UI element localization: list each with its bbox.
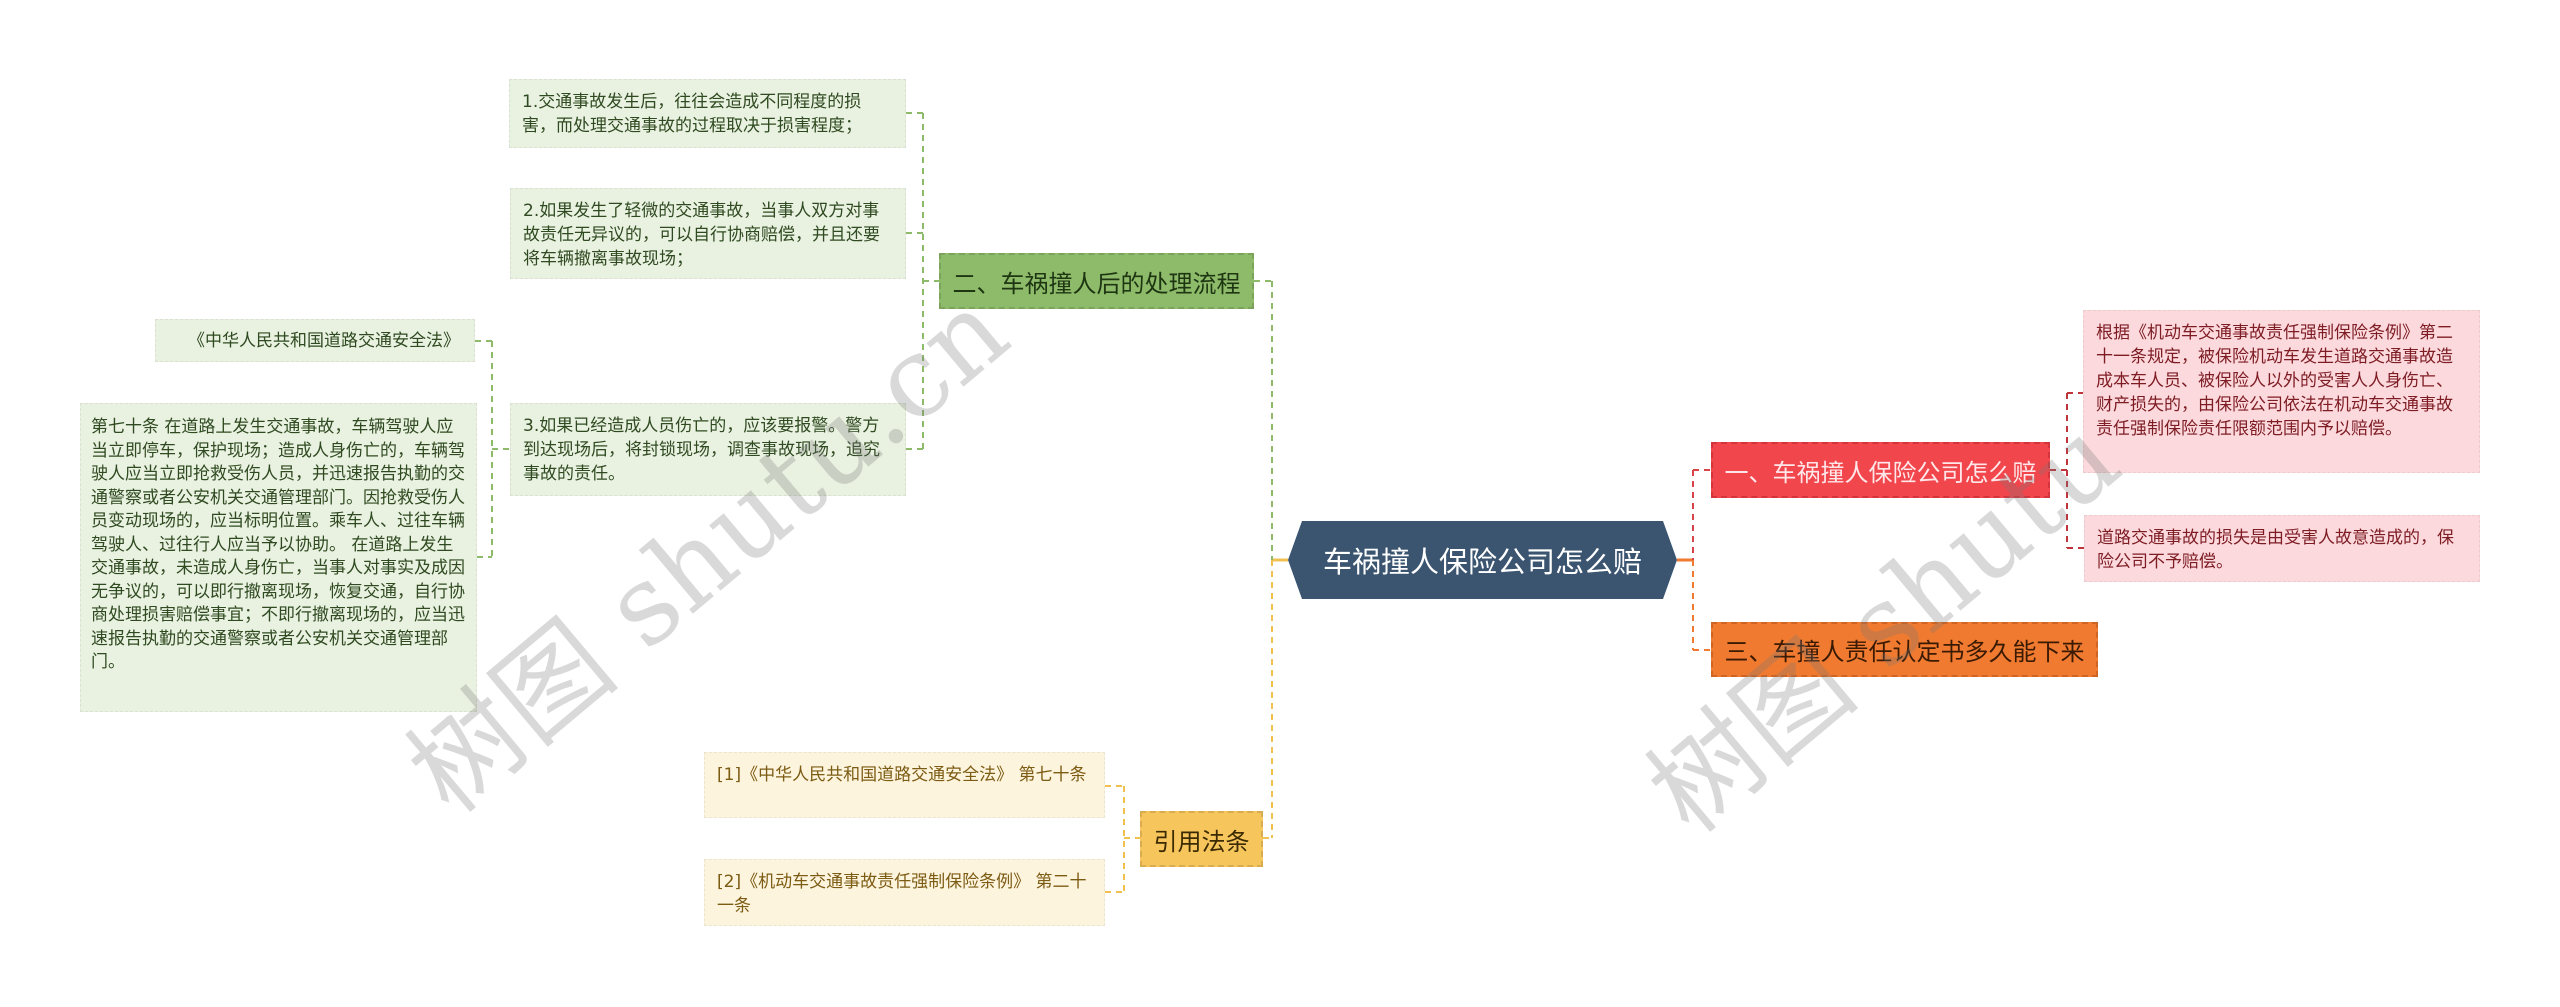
law-title-text: 《中华人民共和国道路交通安全法》 bbox=[188, 330, 460, 351]
topic-compensation-label: 一、车祸撞人保险公司怎么赔 bbox=[1724, 458, 2037, 487]
topic-liability-label: 三、车撞人责任认定书多久能下来 bbox=[1724, 638, 2085, 666]
topic-liability[interactable]: 三、车撞人责任认定书多久能下来 bbox=[1711, 622, 2098, 677]
root-topic-label: 车祸撞人保险公司怎么赔 bbox=[1322, 545, 1642, 579]
topic-compensation[interactable]: 一、车祸撞人保险公司怎么赔 bbox=[1711, 442, 2050, 498]
law-article[interactable]: 第七十条 在道路上发生交通事故，车辆驾驶人应当立即停车，保护现场；造成人身伤亡的… bbox=[80, 403, 477, 712]
citation-item-1-text: [1]《中华人民共和国道路交通安全法》 第七十条 bbox=[717, 765, 1087, 785]
citation-item-2-text: [2]《机动车交通事故责任强制保险条例》 第二十一条 bbox=[717, 872, 1087, 916]
process-step-2[interactable]: 2.如果发生了轻微的交通事故，当事人双方对事故责任无异议的，可以自行协商赔偿，并… bbox=[510, 188, 906, 279]
compensation-item-2[interactable]: 道路交通事故的损失是由受害人故意造成的，保险公司不予赔偿。 bbox=[2084, 515, 2480, 582]
citation-item-1[interactable]: [1]《中华人民共和国道路交通安全法》 第七十条 bbox=[704, 752, 1105, 818]
process-step-3[interactable]: 3.如果已经造成人员伤亡的，应该要报警。警方到达现场后，将封锁现场，调查事故现场… bbox=[510, 403, 906, 496]
citation-item-2[interactable]: [2]《机动车交通事故责任强制保险条例》 第二十一条 bbox=[704, 859, 1105, 926]
process-step-3-text: 3.如果已经造成人员伤亡的，应该要报警。警方到达现场后，将封锁现场，调查事故现场… bbox=[523, 416, 880, 484]
topic-process-label: 二、车祸撞人后的处理流程 bbox=[952, 269, 1241, 298]
process-step-1[interactable]: 1.交通事故发生后，往往会造成不同程度的损害，而处理交通事故的过程取决于损害程度… bbox=[509, 79, 906, 148]
compensation-item-1-text: 根据《机动车交通事故责任强制保险条例》第二十一条规定，被保险机动车发生道路交通事… bbox=[2096, 323, 2453, 439]
process-step-2-text: 2.如果发生了轻微的交通事故，当事人双方对事故责任无异议的，可以自行协商赔偿，并… bbox=[523, 201, 880, 269]
law-title[interactable]: 《中华人民共和国道路交通安全法》 bbox=[155, 319, 475, 362]
topic-citations-label: 引用法条 bbox=[1153, 827, 1250, 856]
process-step-1-text: 1.交通事故发生后，往往会造成不同程度的损害，而处理交通事故的过程取决于损害程度… bbox=[522, 92, 862, 136]
law-article-text: 第七十条 在道路上发生交通事故，车辆驾驶人应当立即停车，保护现场；造成人身伤亡的… bbox=[91, 417, 465, 672]
topic-citations[interactable]: 引用法条 bbox=[1140, 811, 1263, 867]
compensation-item-2-text: 道路交通事故的损失是由受害人故意造成的，保险公司不予赔偿。 bbox=[2097, 528, 2454, 572]
compensation-item-1[interactable]: 根据《机动车交通事故责任强制保险条例》第二十一条规定，被保险机动车发生道路交通事… bbox=[2083, 310, 2480, 473]
topic-process[interactable]: 二、车祸撞人后的处理流程 bbox=[939, 253, 1254, 309]
root-topic[interactable]: 车祸撞人保险公司怎么赔 bbox=[1288, 521, 1677, 599]
